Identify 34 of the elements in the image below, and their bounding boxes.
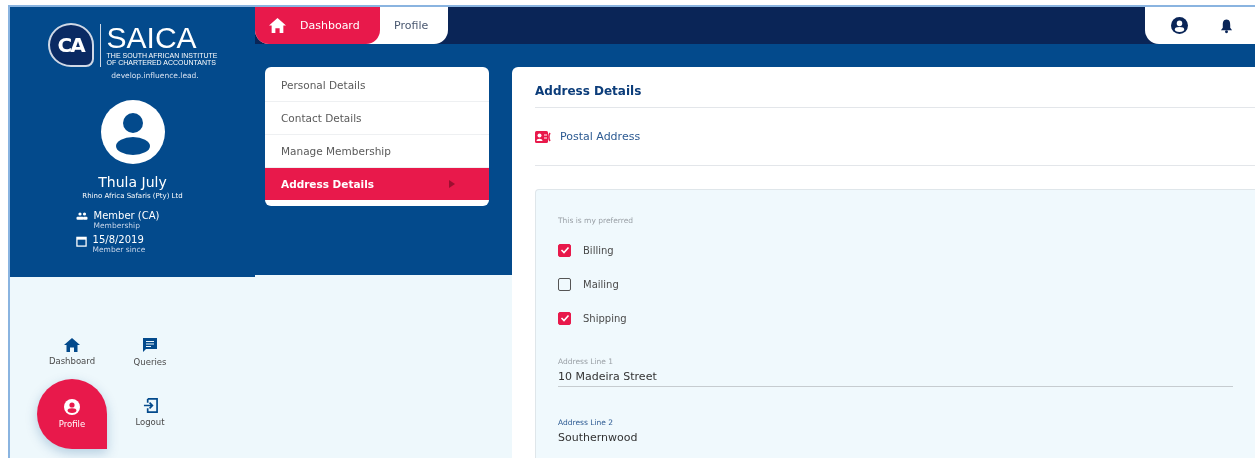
notification-bell-icon[interactable] (1220, 17, 1233, 34)
detail-value: 15/8/2019 (92, 234, 145, 245)
nav-item[interactable]: Queries (115, 337, 185, 367)
checkbox[interactable] (558, 311, 571, 325)
chat-icon (142, 337, 158, 353)
home-icon (64, 338, 80, 352)
checkbox[interactable] (558, 243, 571, 257)
logo-name: SAICA (106, 23, 197, 52)
profile-menu-item[interactable]: Personal Details (265, 69, 489, 102)
profile-menu-item[interactable]: Contact Details (265, 102, 489, 135)
logout-icon (142, 397, 158, 413)
people-icon (75, 212, 88, 220)
preference-checkbox[interactable]: Mailing (558, 267, 619, 301)
avatar-icon (100, 100, 165, 164)
detail-value: Member (CA) (93, 210, 160, 221)
nav-item[interactable]: Logout (115, 397, 185, 427)
account-icon[interactable] (1171, 17, 1188, 34)
logo-emblem: CA (47, 23, 94, 67)
preference-checkbox[interactable]: Billing (558, 233, 614, 267)
user-name: Thula July (98, 174, 167, 190)
section-title: Address Details (535, 67, 1255, 108)
preference-checkbox[interactable]: Shipping (558, 301, 627, 335)
checkbox[interactable] (558, 277, 571, 291)
nav-item[interactable]: Dashboard (37, 337, 107, 367)
section-subtitle: Postal Address (560, 130, 641, 143)
top-tab[interactable]: Dashboard (255, 7, 380, 44)
contact-card-icon (535, 130, 552, 143)
nav-item[interactable]: Profile (37, 379, 107, 449)
user-icon (64, 399, 80, 415)
calendar-icon (75, 236, 87, 247)
caret-icon (449, 180, 455, 188)
home-icon (269, 18, 286, 33)
profile-menu-item[interactable]: Address Details (265, 168, 489, 200)
top-tab[interactable]: Profile (380, 7, 449, 44)
